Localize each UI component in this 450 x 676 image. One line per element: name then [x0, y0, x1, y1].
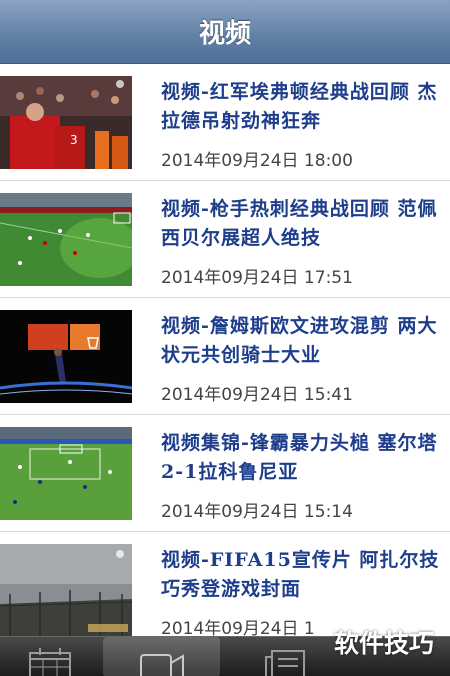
video-thumbnail[interactable]	[0, 193, 132, 286]
list-item[interactable]: 视频-詹姆斯欧文进攻混剪 两大状元共创骑士大业 2014年09月24日 15:4…	[0, 298, 450, 415]
nav-bar: 视频	[0, 0, 450, 64]
tab-calendar[interactable]	[0, 637, 100, 676]
calendar-icon	[29, 648, 71, 676]
tab-news[interactable]	[250, 637, 320, 676]
video-title[interactable]: 视频-詹姆斯欧文进攻混剪 两大状元共创骑士大业	[161, 312, 443, 370]
page-title: 视频	[198, 19, 251, 49]
tab-video[interactable]	[103, 637, 220, 676]
video-list[interactable]: 3 视频-红军埃弗顿经典战回顾 杰拉德吊射劲神狂奔 2014年09月24日 18…	[0, 64, 450, 649]
svg-text:3: 3	[70, 133, 78, 147]
video-date: 2014年09月24日 17:51	[161, 268, 353, 288]
video-title[interactable]: 视频-红军埃弗顿经典战回顾 杰拉德吊射劲神狂奔	[161, 78, 443, 136]
video-thumbnail[interactable]	[0, 427, 132, 520]
video-thumbnail[interactable]	[0, 544, 132, 637]
video-title[interactable]: 视频-枪手热刺经典战回顾 范佩西贝尔展超人绝技	[161, 195, 443, 253]
list-item[interactable]: 视频集锦-锋霸暴力头槌 塞尔塔2-1拉科鲁尼亚 2014年09月24日 15:1…	[0, 415, 450, 532]
video-title[interactable]: 视频集锦-锋霸暴力头槌 塞尔塔2-1拉科鲁尼亚	[161, 429, 443, 487]
list-item[interactable]: 3 视频-红军埃弗顿经典战回顾 杰拉德吊射劲神狂奔 2014年09月24日 18…	[0, 64, 450, 181]
video-date: 2014年09月24日 15:41	[161, 385, 353, 405]
news-icon	[265, 650, 305, 676]
list-item[interactable]: 视频-枪手热刺经典战回顾 范佩西贝尔展超人绝技 2014年09月24日 17:5…	[0, 181, 450, 298]
video-title[interactable]: 视频-FIFA15宣传片 阿扎尔技巧秀登游戏封面	[161, 546, 443, 604]
video-date: 2014年09月24日 18:00	[161, 151, 353, 171]
video-camera-icon	[139, 654, 184, 676]
video-thumbnail[interactable]: 3	[0, 76, 132, 169]
video-date: 2014年09月24日 15:14	[161, 502, 353, 522]
video-thumbnail[interactable]	[0, 310, 132, 403]
watermark-text: 软件技巧	[333, 629, 434, 658]
